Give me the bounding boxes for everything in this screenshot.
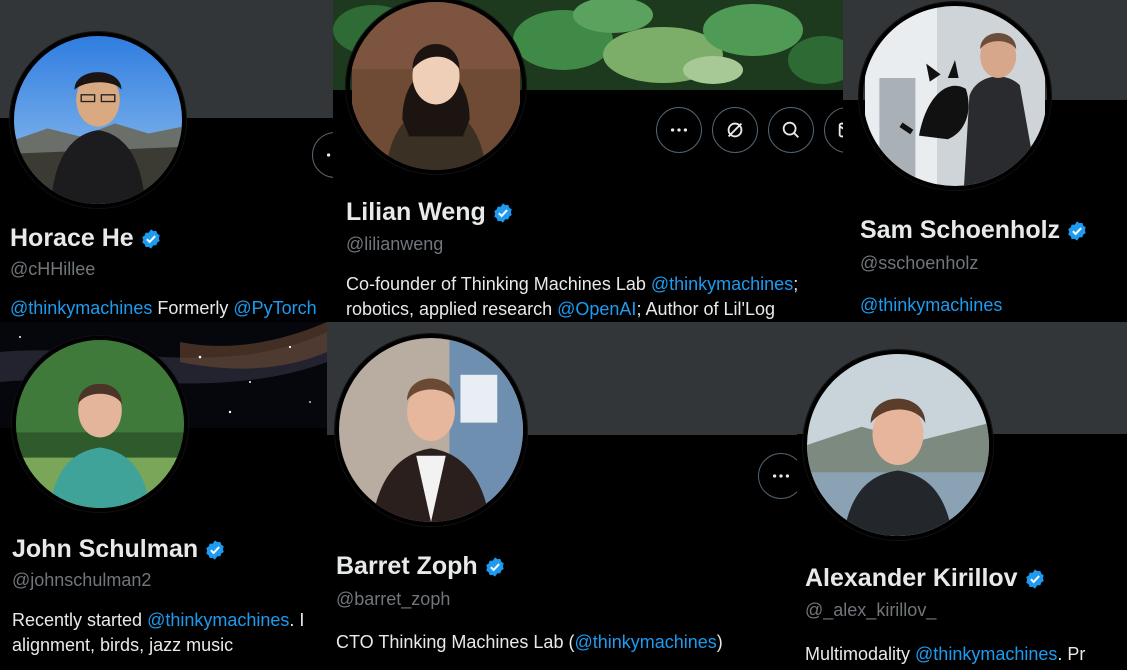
bio-text: ; xyxy=(793,274,799,294)
display-name: Sam Schoenholz xyxy=(860,216,1088,245)
bio-mention-link[interactable]: @thinkymachines xyxy=(10,298,152,318)
bio-text: alignment, birds, jazz music xyxy=(12,635,234,655)
bio-text: Formerly xyxy=(152,298,234,318)
display-name-text: Lilian Weng xyxy=(346,198,486,226)
search-icon xyxy=(782,121,799,138)
display-name-text: Barret Zoph xyxy=(336,552,478,580)
avatar[interactable] xyxy=(346,0,526,174)
bio: CTO Thinking Machines Lab (@thinkymachin… xyxy=(336,630,723,655)
avatar[interactable] xyxy=(12,336,188,512)
verified-badge-icon xyxy=(206,539,224,560)
display-name: Barret Zoph xyxy=(336,552,506,581)
bio-text: robotics, applied research xyxy=(346,299,558,319)
bio-mention-link[interactable]: @PyTorch xyxy=(233,298,316,318)
message-icon xyxy=(838,122,843,138)
display-name: Lilian Weng xyxy=(346,198,514,227)
bio-text: CTO Thinking Machines Lab ( xyxy=(336,632,575,652)
more-options-icon xyxy=(670,128,688,132)
handle: @_alex_kirillov_ xyxy=(805,600,937,620)
bio: @thinkymachines xyxy=(860,293,1002,318)
more-options-button[interactable] xyxy=(758,453,797,499)
more-options-icon xyxy=(772,474,790,478)
display-name: John Schulman xyxy=(12,535,226,564)
bio-text: ; Author of Lil'Log xyxy=(636,299,775,319)
bio: Co-founder of Thinking Machines Lab @thi… xyxy=(346,272,798,322)
handle: @lilianweng xyxy=(346,234,444,254)
avatar-photo xyxy=(352,2,520,170)
bio-mention-link[interactable]: @OpenAI xyxy=(557,299,636,319)
avatar-photo xyxy=(865,6,1045,186)
avatar[interactable] xyxy=(803,350,993,540)
profile-card-alexander: Alexander Kirillov @_alex_kirillov_ Mult… xyxy=(797,322,1127,670)
handle: @johnschulman2 xyxy=(12,570,152,590)
avatar-photo xyxy=(807,354,989,536)
handle: @barret_zoph xyxy=(336,589,451,609)
profile-card-horace: Horace He @cHHillee @thinkymachines Form… xyxy=(0,0,333,322)
search-button[interactable] xyxy=(768,107,814,153)
display-name-text: John Schulman xyxy=(12,535,199,563)
display-name: Alexander Kirillov xyxy=(805,564,1046,593)
bio-text: Co-founder of Thinking Machines Lab xyxy=(346,274,651,294)
bio-mention-link[interactable]: @thinkymachines xyxy=(651,274,793,294)
bio: Recently started @thinkymachines. I alig… xyxy=(12,608,304,658)
bio: @thinkymachines Formerly @PyTorch xyxy=(10,296,317,321)
display-name-text: Sam Schoenholz xyxy=(860,216,1061,244)
profile-card-sam: Sam Schoenholz @sschoenholz @thinkymachi… xyxy=(843,0,1127,322)
handle: @cHHillee xyxy=(10,259,96,279)
bio-mention-link[interactable]: @thinkymachines xyxy=(915,644,1057,664)
verified-badge-icon xyxy=(494,202,512,223)
message-button[interactable] xyxy=(824,107,843,153)
display-name-text: Horace He xyxy=(10,224,134,252)
profile-collage: Horace He @cHHillee @thinkymachines Form… xyxy=(0,0,1127,670)
avatar[interactable] xyxy=(859,2,1051,190)
bio-text: Multimodality xyxy=(805,644,916,664)
profile-card-barret: Barret Zoph @barret_zoph CTO Thinking Ma… xyxy=(327,322,797,670)
bio-mention-link[interactable]: @thinkymachines xyxy=(574,632,716,652)
bio-mention-link[interactable]: @thinkymachines xyxy=(147,610,289,630)
avatar-photo xyxy=(14,36,182,204)
profile-card-john: John Schulman @johnschulman2 Recently st… xyxy=(0,322,327,670)
verified-badge-icon xyxy=(141,228,160,249)
bio-text: . Pr xyxy=(1057,644,1086,664)
more-options-button[interactable] xyxy=(656,107,702,153)
grok-icon xyxy=(727,122,743,138)
bio-text: . I xyxy=(289,610,305,630)
verified-badge-icon xyxy=(1025,568,1044,589)
profile-card-lilian: Lilian Weng @lilianweng Co-founder of Th… xyxy=(333,0,843,322)
avatar[interactable] xyxy=(335,334,527,526)
verified-badge-icon xyxy=(485,556,504,577)
more-options-icon xyxy=(326,153,331,157)
bio-text: Recently started xyxy=(12,610,148,630)
avatar-photo xyxy=(339,338,523,522)
more-options-button[interactable] xyxy=(312,132,333,178)
handle: @sschoenholz xyxy=(860,253,979,273)
verified-badge-icon xyxy=(1068,220,1086,241)
bio: Multimodality @thinkymachines. Pr xyxy=(805,642,1085,667)
grok-button[interactable] xyxy=(712,107,758,153)
display-name: Horace He xyxy=(10,224,162,253)
display-name-text: Alexander Kirillov xyxy=(805,564,1018,592)
avatar-photo xyxy=(16,340,184,508)
avatar[interactable] xyxy=(10,32,186,208)
bio-mention-link[interactable]: @thinkymachines xyxy=(860,295,1002,315)
bio-text: ) xyxy=(716,632,723,652)
